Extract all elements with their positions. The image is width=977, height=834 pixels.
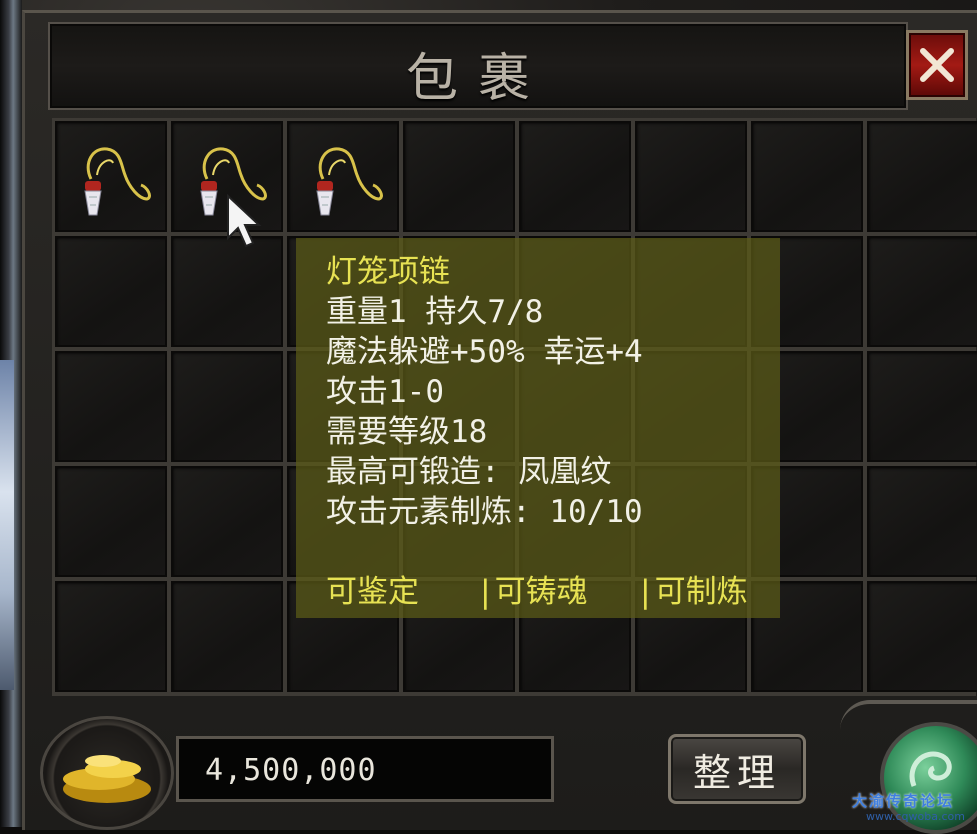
watermark-url: www.cqwoba.com — [866, 810, 965, 823]
mouse-cursor-icon — [226, 193, 266, 254]
tooltip-flag: 可鉴定 — [326, 574, 419, 610]
inventory-slot[interactable] — [751, 121, 863, 232]
inventory-slot[interactable] — [867, 351, 977, 462]
inventory-slot[interactable] — [55, 581, 167, 692]
inventory-slot[interactable] — [867, 121, 977, 232]
inventory-slot[interactable] — [55, 466, 167, 577]
tooltip-line: 需要等级18 — [326, 414, 488, 450]
tooltip-flags: 可鉴定 |可铸魂 |可制炼 — [326, 572, 780, 612]
inventory-slot[interactable] — [55, 236, 167, 347]
inventory-slot[interactable] — [519, 121, 631, 232]
inventory-slot[interactable] — [55, 121, 167, 232]
item-tooltip: 灯笼项链 重量1 持久7/8 魔法躲避+50% 幸运+4 攻击1-0 需要等级1… — [296, 238, 780, 618]
inventory-slot[interactable] — [287, 121, 399, 232]
inventory-slot[interactable] — [55, 351, 167, 462]
tooltip-flag: |可制炼 — [636, 574, 748, 610]
close-button[interactable] — [906, 30, 968, 100]
tooltip-line: 最高可锻造: 凤凰纹 — [326, 454, 612, 490]
tooltip-line: 攻击元素制炼: 10/10 — [326, 494, 643, 530]
watermark-text: 大渝传奇论坛 — [852, 792, 955, 810]
inventory-slot[interactable] — [403, 121, 515, 232]
inventory-slot[interactable] — [867, 466, 977, 577]
tooltip-flag: |可铸魂 — [476, 574, 588, 610]
lantern-necklace-icon — [316, 147, 383, 216]
gold-amount: 4,500,000 — [205, 753, 377, 788]
tooltip-line: 攻击1-0 — [326, 374, 444, 410]
close-x-icon — [920, 48, 954, 82]
tooltip-item-name: 灯笼项链 — [326, 254, 450, 290]
lantern-necklace-icon — [84, 147, 151, 216]
left-border-decoration — [0, 0, 22, 827]
gold-amount-field: 4,500,000 — [176, 736, 554, 802]
inventory-slot[interactable] — [867, 236, 977, 347]
sort-button[interactable]: 整理 — [668, 734, 806, 804]
tooltip-line: 魔法躲避+50% 幸运+4 — [326, 334, 643, 370]
title-bar[interactable]: 包裹 — [48, 22, 908, 110]
inventory-slot[interactable] — [171, 351, 283, 462]
inventory-slot[interactable] — [171, 466, 283, 577]
inventory-slot[interactable] — [867, 581, 977, 692]
tooltip-line: 重量1 持久7/8 — [326, 294, 544, 330]
inventory-slot[interactable] — [635, 121, 747, 232]
inventory-slot[interactable] — [171, 581, 283, 692]
window-title: 包裹 — [405, 49, 550, 109]
gold-pile-icon — [40, 716, 174, 830]
ice-scenery — [0, 360, 14, 690]
